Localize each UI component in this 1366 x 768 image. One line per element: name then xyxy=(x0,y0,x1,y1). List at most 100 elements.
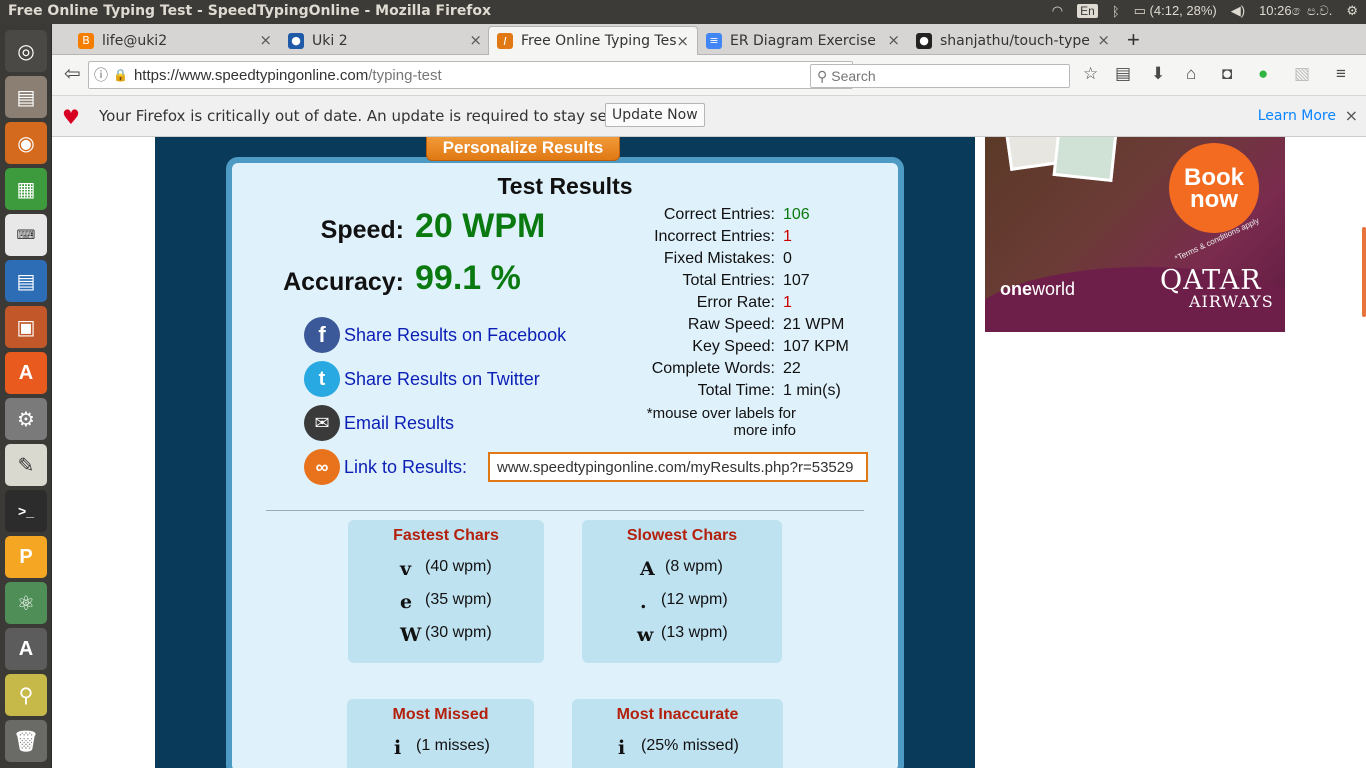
calc-icon[interactable]: ▦ xyxy=(5,168,47,210)
updater-icon[interactable]: A xyxy=(5,628,47,670)
char-glyph: w xyxy=(637,624,654,646)
note-line-2: more info xyxy=(733,422,796,439)
close-tab-icon[interactable]: × xyxy=(469,31,482,49)
stat-label[interactable]: Complete Words: xyxy=(652,360,775,378)
tab-typing-test[interactable]: I Free Online Typing Tes × xyxy=(488,26,698,55)
share-twitter-link[interactable]: Share Results on Twitter xyxy=(344,369,540,390)
email-results-link[interactable]: Email Results xyxy=(344,413,454,434)
search-input[interactable] xyxy=(831,68,1052,84)
results-link-field[interactable]: www.speedtypingonline.com/myResults.php?… xyxy=(488,452,868,482)
stat-value: 22 xyxy=(783,360,801,377)
reading-list-icon[interactable]: ▤ xyxy=(1115,64,1131,84)
settings-icon[interactable]: ⚙ xyxy=(5,398,47,440)
wifi-icon[interactable]: ◠ xyxy=(1052,3,1063,19)
navigation-toolbar: ⇦ ⓘ 🔒 https://www.speedtypingonline.com /… xyxy=(52,55,1366,96)
stat-label[interactable]: Incorrect Entries: xyxy=(654,228,775,246)
share-facebook-row[interactable]: f Share Results on Facebook xyxy=(304,317,566,353)
bookmark-star-icon[interactable]: ☆ xyxy=(1083,64,1098,84)
tab-touch-type[interactable]: ● shanjathu/touch-type × xyxy=(908,26,1118,55)
site-info-icon[interactable]: ⓘ xyxy=(89,65,113,85)
char-wpm: (1 misses) xyxy=(416,737,490,754)
pocket-icon[interactable]: ◘ xyxy=(1222,64,1232,84)
email-results-row[interactable]: ✉ Email Results xyxy=(304,405,454,441)
keyboard-icon[interactable]: ⌨ xyxy=(5,214,47,256)
volume-icon[interactable]: ◀) xyxy=(1231,3,1245,19)
home-icon[interactable]: ⌂ xyxy=(1186,64,1196,84)
battery-indicator[interactable]: ▭ (4:12, 28%) xyxy=(1134,3,1217,19)
accuracy-label[interactable]: Accuracy: xyxy=(283,268,404,297)
extension-icon[interactable]: ▧ xyxy=(1294,64,1310,84)
stat-row: Correct Entries: 106 xyxy=(612,206,892,228)
envelope-icon[interactable]: ✉ xyxy=(304,405,340,441)
stat-label[interactable]: Raw Speed: xyxy=(688,316,775,334)
tab-er-diagram[interactable]: ≡ ER Diagram Exercise - ( × xyxy=(698,26,908,55)
stat-row: Raw Speed: 21 WPM xyxy=(612,316,892,338)
accuracy-stat: Accuracy: xyxy=(232,265,404,301)
close-tab-icon[interactable]: × xyxy=(259,31,272,49)
tab-label: Free Online Typing Tes xyxy=(521,33,677,49)
github-icon: ● xyxy=(916,32,932,49)
update-now-button[interactable]: Update Now xyxy=(605,103,705,127)
facebook-icon[interactable]: f xyxy=(304,317,340,353)
twitter-icon[interactable]: t xyxy=(304,361,340,397)
software-center-icon[interactable]: A xyxy=(5,352,47,394)
hamburger-menu-icon[interactable]: ≡ xyxy=(1336,64,1346,84)
dash-icon[interactable]: ◎ xyxy=(5,30,47,72)
stat-label[interactable]: Correct Entries: xyxy=(664,206,775,224)
learn-more-link[interactable]: Learn More xyxy=(1258,108,1336,124)
writer-icon[interactable]: ▤ xyxy=(5,260,47,302)
stat-label[interactable]: Total Time: xyxy=(698,382,775,400)
terminal-icon[interactable]: >_ xyxy=(5,490,47,532)
bluetooth-icon[interactable]: ᛒ xyxy=(1112,4,1120,19)
tab-uki-2[interactable]: ● Uki 2 × xyxy=(280,26,490,55)
text-editor-icon[interactable]: ✎ xyxy=(5,444,47,486)
personalize-results-button[interactable]: Personalize Results xyxy=(426,137,620,161)
share-twitter-row[interactable]: t Share Results on Twitter xyxy=(304,361,540,397)
battery-icon: ▭ xyxy=(1133,3,1146,18)
tab-label: Uki 2 xyxy=(312,32,348,49)
back-arrow-icon[interactable]: ⇦ xyxy=(64,61,81,86)
stat-label[interactable]: Total Entries: xyxy=(683,272,775,290)
power-gear-icon[interactable]: ⚙ xyxy=(1346,3,1358,19)
files-icon[interactable]: ▤ xyxy=(5,76,47,118)
stat-label[interactable]: Fixed Mistakes: xyxy=(664,250,775,268)
tab-bar: B life@uki2 × ● Uki 2 × I Free Online Ty… xyxy=(52,24,1366,55)
oneworld-logo-bold: one xyxy=(1000,279,1033,299)
stat-value: 107 KPM xyxy=(783,338,849,355)
close-tab-icon[interactable]: × xyxy=(676,32,689,50)
keyboard-language-indicator[interactable]: En xyxy=(1077,4,1098,18)
share-facebook-link[interactable]: Share Results on Facebook xyxy=(344,325,566,346)
char-row: i (1 misses) xyxy=(347,737,534,759)
download-icon[interactable]: ⬇ xyxy=(1151,64,1165,84)
image-viewer-icon[interactable]: ⚲ xyxy=(5,674,47,716)
pidgin-icon[interactable]: P xyxy=(5,536,47,578)
speed-label[interactable]: Speed: xyxy=(321,216,404,245)
close-tab-icon[interactable]: × xyxy=(887,31,900,49)
trash-icon[interactable]: 🗑 xyxy=(5,720,47,762)
system-tray: ◠ En ᛒ ▭ (4:12, 28%) ◀) 10:26 ෙප.ව. ⚙ xyxy=(1052,3,1358,19)
book-now-line-2: now xyxy=(1190,186,1238,213)
atom-icon[interactable]: ⚛ xyxy=(5,582,47,624)
firefox-icon[interactable]: ◉ xyxy=(5,122,47,164)
accuracy-value: 99.1 % xyxy=(415,259,521,297)
link-results-row: ∞ Link to Results: xyxy=(304,449,467,485)
stat-label[interactable]: Key Speed: xyxy=(692,338,775,356)
close-icon[interactable]: × xyxy=(1345,106,1358,125)
impress-icon[interactable]: ▣ xyxy=(5,306,47,348)
book-now-button[interactable]: Book now xyxy=(1169,143,1259,233)
url-bar[interactable]: ⓘ 🔒 https://www.speedtypingonline.com/ty… xyxy=(88,61,853,89)
stat-label[interactable]: Error Rate: xyxy=(697,294,775,312)
qatar-airways-ad[interactable]: Book now *Terms & conditions apply onewo… xyxy=(985,137,1285,332)
grammarly-icon[interactable]: ● xyxy=(1258,64,1268,84)
scrollbar-thumb[interactable] xyxy=(1362,227,1366,317)
new-tab-plus-icon[interactable]: + xyxy=(1127,27,1140,53)
search-box[interactable]: ⚲ xyxy=(810,64,1070,88)
note-line-1: *mouse over labels for xyxy=(646,405,796,422)
lock-icon: 🔒 xyxy=(113,68,128,82)
tab-label: life@uki2 xyxy=(102,32,168,49)
close-tab-icon[interactable]: × xyxy=(1097,31,1110,49)
typing-icon: I xyxy=(497,33,513,49)
page-content: Personalize Results Test Results Speed: … xyxy=(52,137,1366,768)
clock[interactable]: 10:26 ෙප.ව. xyxy=(1259,3,1332,19)
tab-life-uki2[interactable]: B life@uki2 × xyxy=(70,26,280,55)
